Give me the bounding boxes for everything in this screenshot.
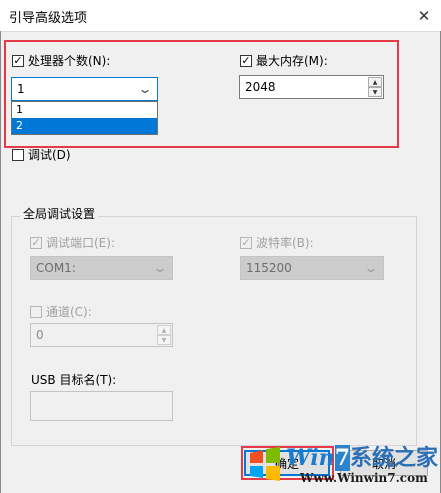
baud-rate-label: 波特率(B): xyxy=(256,236,314,250)
debug-port-label: 调试端口(E): xyxy=(46,236,115,250)
watermark: Win7系统之家 Www.Winwin7.com xyxy=(240,437,441,493)
channel-spinner[interactable]: 0 ▲ ▼ xyxy=(30,323,173,347)
debug-port-value: COM1: xyxy=(36,261,76,275)
window-border-left xyxy=(0,31,1,493)
usb-target-label: USB 目标名(T): xyxy=(31,373,117,387)
windows-logo-icon xyxy=(250,447,280,481)
watermark-title-cn: 系统之家 xyxy=(350,445,439,471)
baud-rate-value: 115200 xyxy=(246,261,292,275)
debug-checkbox[interactable]: 调试(D) xyxy=(12,146,71,163)
close-button[interactable]: ✕ xyxy=(407,0,441,31)
debug-port-select[interactable]: COM1: ⌄ xyxy=(30,256,173,280)
channel-checkbox-box xyxy=(30,305,42,318)
channel-checkbox[interactable]: 通道(C): xyxy=(30,303,92,320)
chevron-down-icon: ⌄ xyxy=(363,261,379,275)
debug-checkbox-box xyxy=(12,148,24,161)
baud-rate-checkmark xyxy=(240,236,252,249)
usb-target-input[interactable] xyxy=(30,391,173,421)
baud-rate-select[interactable]: 115200 ⌄ xyxy=(240,256,384,280)
watermark-title-7: 7 xyxy=(334,445,350,471)
spin-down-icon[interactable]: ▼ xyxy=(157,335,171,345)
window-title: 引导高级选项 xyxy=(9,11,88,26)
watermark-url: Www.Winwin7.com xyxy=(300,471,428,485)
debug-label: 调试(D) xyxy=(28,148,71,162)
debug-port-checkmark xyxy=(30,236,42,249)
spin-up-icon[interactable]: ▲ xyxy=(157,325,171,335)
highlight-box xyxy=(4,40,399,148)
baud-rate-checkbox[interactable]: 波特率(B): xyxy=(240,234,314,251)
global-debug-group-label: 全局调试设置 xyxy=(20,205,99,222)
channel-label: 通道(C): xyxy=(46,305,92,319)
watermark-title: Win7系统之家 xyxy=(286,440,438,472)
chevron-down-icon: ⌄ xyxy=(152,261,168,275)
debug-port-checkbox[interactable]: 调试端口(E): xyxy=(30,234,115,251)
close-icon: ✕ xyxy=(417,6,431,25)
title-bar: 引导高级选项 ✕ xyxy=(0,0,441,32)
channel-value: 0 xyxy=(36,328,44,342)
watermark-title-win: Win xyxy=(286,445,335,471)
